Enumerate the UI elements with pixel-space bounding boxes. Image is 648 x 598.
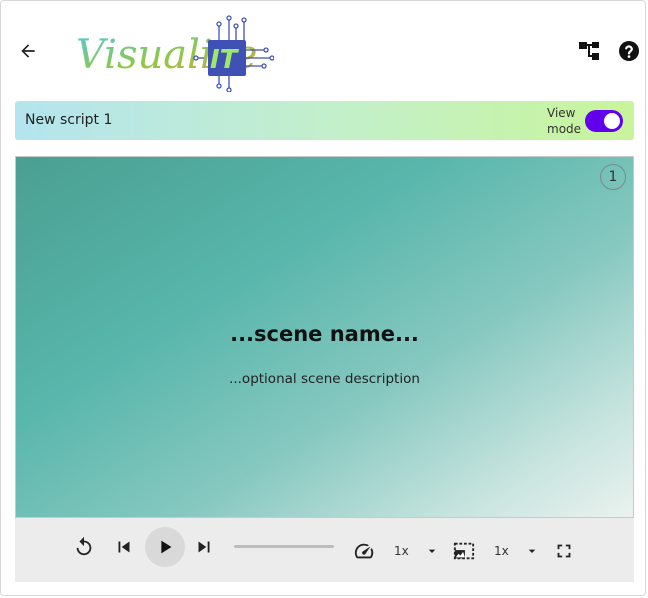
- script-bar: New script 1 View mode: [15, 101, 634, 140]
- arrow-drop-down-icon: [428, 549, 436, 553]
- arrow-back-icon: [21, 44, 35, 58]
- skip-previous-icon: [118, 541, 130, 553]
- play-button[interactable]: [145, 527, 185, 567]
- logo: Visualize IT: [74, 14, 275, 93]
- scale-dropdown[interactable]: [524, 543, 540, 559]
- speed-value[interactable]: 1x: [394, 544, 409, 558]
- play-icon: [161, 540, 172, 554]
- skip-next-icon: [198, 541, 210, 553]
- help-button[interactable]: [617, 39, 641, 63]
- account-tree-icon: [579, 42, 599, 60]
- scene-stage: 1 ...scene name... ...optional scene des…: [15, 156, 634, 518]
- replay-icon: [76, 536, 92, 556]
- speed-dropdown[interactable]: [424, 543, 440, 559]
- next-button[interactable]: [192, 535, 216, 559]
- toggle-knob: [604, 113, 620, 129]
- svg-text:IT: IT: [210, 45, 240, 75]
- script-title[interactable]: New script 1: [25, 112, 112, 128]
- scale-value[interactable]: 1x: [494, 544, 509, 558]
- fullscreen-icon: [557, 544, 571, 558]
- replay-button[interactable]: [72, 535, 96, 559]
- view-mode-toggle[interactable]: [585, 110, 623, 132]
- view-mode-label: View mode: [547, 106, 582, 136]
- top-bar: Visualize IT: [0, 0, 648, 100]
- back-button[interactable]: [14, 37, 42, 65]
- photo-size-select-icon: [453, 542, 475, 560]
- scene-name: ...scene name...: [230, 322, 419, 346]
- scale-button[interactable]: [452, 539, 476, 563]
- speed-icon: [354, 543, 374, 559]
- progress-slider[interactable]: [234, 545, 334, 548]
- fullscreen-button[interactable]: [552, 539, 576, 563]
- previous-button[interactable]: [112, 535, 136, 559]
- scene-description: ...optional scene description: [229, 371, 420, 387]
- speed-button[interactable]: [352, 539, 376, 563]
- arrow-drop-down-icon: [528, 549, 536, 553]
- help-icon: [619, 41, 639, 61]
- scene-number-badge: 1: [600, 164, 626, 190]
- player-controls: 1x 1x: [15, 518, 634, 582]
- scene-tree-button[interactable]: [577, 40, 601, 62]
